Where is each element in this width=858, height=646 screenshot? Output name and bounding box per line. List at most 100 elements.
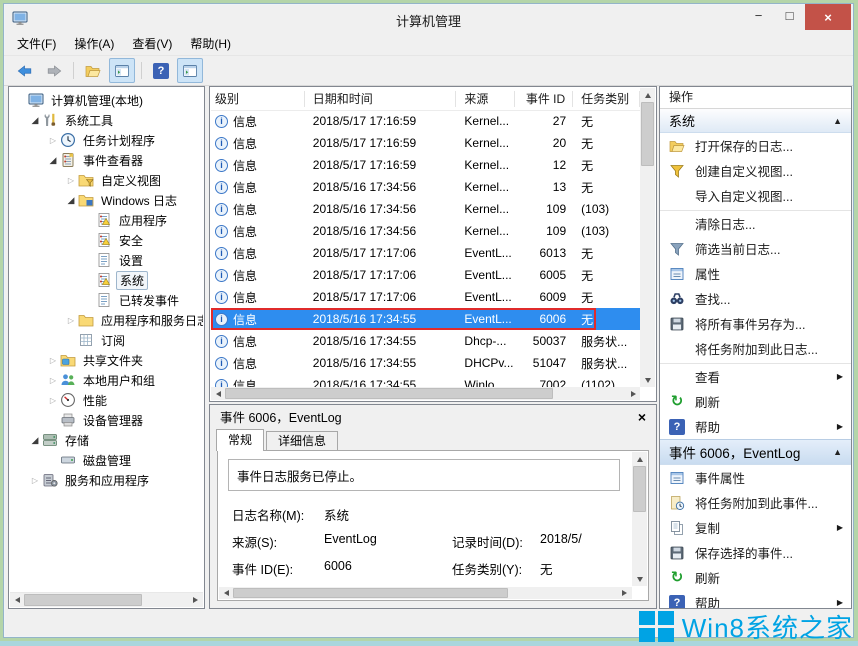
column-event-id[interactable]: 事件 ID xyxy=(515,91,573,107)
scrollbar-thumb[interactable] xyxy=(24,594,142,606)
scrollbar-thumb[interactable] xyxy=(233,588,508,598)
tree-item-services-applications[interactable]: ▷服务和应用程序 xyxy=(10,470,203,490)
action-properties[interactable]: 属性 xyxy=(660,261,851,286)
event-row[interactable]: i信息2018/5/16 17:34:56Kernel...109(103) xyxy=(211,198,640,220)
event-row[interactable]: i信息2018/5/16 17:34:55DHCPv...51047服务状... xyxy=(211,352,640,374)
event-row[interactable]: i信息2018/5/17 17:16:59Kernel...20无 xyxy=(211,132,640,154)
collapse-icon[interactable]: ▷ xyxy=(46,376,60,385)
expand-icon[interactable]: ◢ xyxy=(28,435,42,446)
collapse-section-icon[interactable]: ▲ xyxy=(833,447,842,457)
tree-item-shared-folders[interactable]: ▷共享文件夹 xyxy=(10,350,203,370)
expand-icon[interactable]: ◢ xyxy=(28,115,42,126)
minimize-button[interactable]: − xyxy=(743,4,774,27)
action-filter-current-log[interactable]: 筛选当前日志... xyxy=(660,236,851,261)
event-row[interactable]: i信息2018/5/17 17:17:06EventL...6009无 xyxy=(211,286,640,308)
collapse-icon[interactable]: ▷ xyxy=(64,176,78,185)
tree-item-system-tools[interactable]: ◢系统工具 xyxy=(10,110,203,130)
scroll-down-icon[interactable] xyxy=(640,373,655,387)
preview-horizontal-scrollbar[interactable] xyxy=(219,587,632,599)
tree-item-custom-views[interactable]: ▷自定义视图 xyxy=(10,170,203,190)
preview-close-icon[interactable]: × xyxy=(638,410,646,424)
tree-item-task-scheduler[interactable]: ▷任务计划程序 xyxy=(10,130,203,150)
help-button[interactable]: ? xyxy=(148,58,174,83)
tree-item-storage[interactable]: ◢存储 xyxy=(10,430,203,450)
list-horizontal-scrollbar[interactable] xyxy=(211,387,640,400)
collapse-section-icon[interactable]: ▲ xyxy=(833,116,842,126)
menu-file[interactable]: 文件(F) xyxy=(8,32,65,55)
tree-item-app-service-logs[interactable]: ▷应用程序和服务日志 xyxy=(10,310,203,330)
tree-item-windows-logs[interactable]: ◢Windows 日志 xyxy=(10,190,203,210)
event-row[interactable]: i信息2018/5/16 17:34:55Winlo...7002(1102) xyxy=(211,374,640,387)
menu-help[interactable]: 帮助(H) xyxy=(181,32,240,55)
tree-item-device-manager[interactable]: 设备管理器 xyxy=(10,410,203,430)
action-copy[interactable]: 复制▶ xyxy=(660,515,851,540)
collapse-icon[interactable]: ▷ xyxy=(28,476,42,485)
column-source[interactable]: 来源 xyxy=(456,91,515,107)
action-help-event[interactable]: ?帮助▶ xyxy=(660,590,851,609)
tree-item-security-log[interactable]: 安全 xyxy=(10,230,203,250)
scroll-left-icon[interactable] xyxy=(219,587,233,599)
event-row[interactable]: i信息2018/5/16 17:34:56Kernel...13无 xyxy=(211,176,640,198)
event-row[interactable]: i信息2018/5/17 17:16:59Kernel...27无 xyxy=(211,110,640,132)
tree-item-performance[interactable]: ▷性能 xyxy=(10,390,203,410)
tree-horizontal-scrollbar[interactable] xyxy=(10,592,203,607)
tree-item-forwarded-events[interactable]: 已转发事件 xyxy=(10,290,203,310)
event-row[interactable]: i信息2018/5/16 17:34:56Kernel...109(103) xyxy=(211,220,640,242)
action-refresh[interactable]: ↻刷新 xyxy=(660,389,851,414)
event-row-selected[interactable]: i信息2018/5/16 17:34:55EventL...6006无 xyxy=(211,308,640,330)
forward-button[interactable] xyxy=(41,58,67,83)
tab-details[interactable]: 详细信息 xyxy=(266,431,338,450)
tree-item-subscriptions[interactable]: 订阅 xyxy=(10,330,203,350)
action-import-custom-view[interactable]: 导入自定义视图... xyxy=(660,183,851,208)
event-row[interactable]: i信息2018/5/17 17:17:06EventL...6005无 xyxy=(211,264,640,286)
column-task-category[interactable]: 任务类别 xyxy=(573,91,640,107)
tab-general[interactable]: 常规 xyxy=(216,429,264,451)
collapse-icon[interactable]: ▷ xyxy=(46,396,60,405)
tree-item-application-log[interactable]: 应用程序 xyxy=(10,210,203,230)
scroll-up-icon[interactable] xyxy=(632,452,647,466)
action-save-all-events[interactable]: 将所有事件另存为... xyxy=(660,311,851,336)
action-create-custom-view[interactable]: 创建自定义视图... xyxy=(660,158,851,183)
open-saved-log-button[interactable] xyxy=(80,58,106,83)
scroll-right-icon[interactable] xyxy=(626,387,640,400)
action-attach-task-to-log[interactable]: 将任务附加到此日志... xyxy=(660,336,851,361)
preview-vertical-scrollbar[interactable] xyxy=(632,452,647,586)
back-button[interactable] xyxy=(12,58,38,83)
action-help[interactable]: ?帮助▶ xyxy=(660,414,851,439)
actions-section-event[interactable]: 事件 6006，EventLog ▲ xyxy=(660,439,851,465)
scrollbar-thumb[interactable] xyxy=(633,466,646,512)
menu-action[interactable]: 操作(A) xyxy=(65,32,123,55)
show-action-pane-button[interactable] xyxy=(177,58,203,83)
tree-item-setup-log[interactable]: 设置 xyxy=(10,250,203,270)
scroll-left-icon[interactable] xyxy=(211,387,225,400)
action-event-properties[interactable]: 事件属性 xyxy=(660,465,851,490)
show-console-tree-button[interactable] xyxy=(109,58,135,83)
scrollbar-thumb[interactable] xyxy=(641,102,654,166)
scrollbar-thumb[interactable] xyxy=(225,388,553,399)
tree-item-disk-management[interactable]: 磁盘管理 xyxy=(10,450,203,470)
collapse-icon[interactable]: ▷ xyxy=(46,356,60,365)
action-find[interactable]: 查找... xyxy=(660,286,851,311)
action-refresh-event[interactable]: ↻刷新 xyxy=(660,565,851,590)
expand-icon[interactable]: ◢ xyxy=(46,155,60,166)
menu-view[interactable]: 查看(V) xyxy=(123,32,181,55)
collapse-icon[interactable]: ▷ xyxy=(46,136,60,145)
column-level[interactable]: 级别 xyxy=(211,91,305,107)
event-row[interactable]: i信息2018/5/17 17:16:59Kernel...12无 xyxy=(211,154,640,176)
tree-item-computer-management[interactable]: 计算机管理(本地) xyxy=(10,90,203,110)
maximize-button[interactable]: □ xyxy=(774,4,805,27)
collapse-icon[interactable]: ▷ xyxy=(64,316,78,325)
action-save-selected-events[interactable]: 保存选择的事件... xyxy=(660,540,851,565)
scroll-up-icon[interactable] xyxy=(640,88,655,102)
event-row[interactable]: i信息2018/5/17 17:17:06EventL...6013无 xyxy=(211,242,640,264)
expand-icon[interactable]: ◢ xyxy=(64,195,78,206)
column-datetime[interactable]: 日期和时间 xyxy=(305,91,457,107)
scroll-right-icon[interactable] xyxy=(618,587,632,599)
action-open-saved-log[interactable]: 打开保存的日志... xyxy=(660,133,851,158)
close-button[interactable]: × xyxy=(805,4,851,30)
action-attach-task-to-event[interactable]: 将任务附加到此事件... xyxy=(660,490,851,515)
scroll-right-icon[interactable] xyxy=(189,593,203,607)
action-clear-log[interactable]: 清除日志... xyxy=(660,210,851,236)
tree-item-system-log[interactable]: 系统 xyxy=(10,270,203,290)
action-view[interactable]: 查看▶ xyxy=(660,363,851,389)
